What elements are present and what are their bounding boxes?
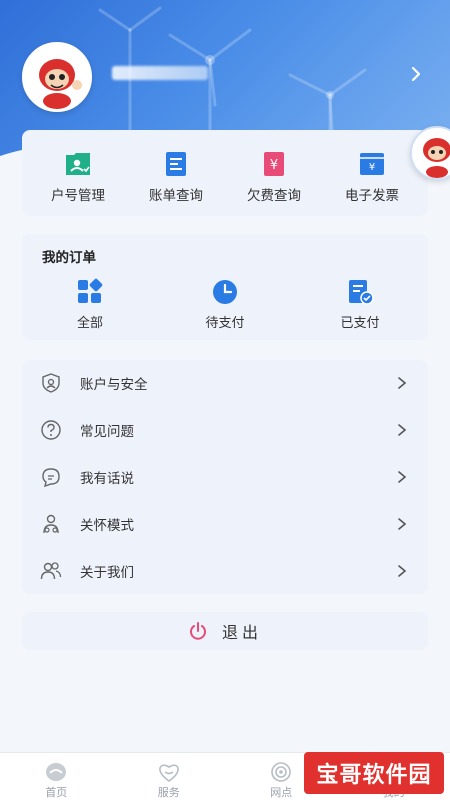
orders-title: 我的订单 [42, 250, 96, 266]
menu-label: 关于我们 [80, 565, 134, 581]
profile-chevron-right-icon[interactable] [406, 64, 426, 84]
svg-text:¥: ¥ [270, 158, 278, 173]
quick-actions-card: 户号管理 账单查询 ¥ 欠费查询 ¥ 电子发票 [22, 130, 428, 216]
nav-home[interactable]: 首页 [0, 753, 113, 800]
arrears-icon: ¥ [264, 152, 284, 176]
menu-about-us[interactable]: 关于我们 [22, 548, 428, 594]
power-icon [190, 622, 206, 640]
watermark-logo: 宝哥软件园 [304, 752, 444, 794]
orders-all[interactable]: 全部 [50, 278, 130, 331]
people-icon [40, 562, 62, 580]
question-icon [41, 420, 61, 440]
bill-icon [166, 152, 186, 176]
logout-label: 退出 [221, 623, 262, 642]
grid-icon [78, 278, 103, 303]
order-label: 已支付 [340, 316, 380, 331]
quick-arrears-query[interactable]: ¥ 欠费查询 [228, 130, 320, 216]
quick-label: 欠费查询 [247, 188, 301, 204]
menu-label: 关怀模式 [80, 518, 134, 534]
quick-label: 户号管理 [51, 188, 105, 204]
outlet-location-icon [271, 762, 292, 782]
chevron-right-icon [398, 471, 407, 483]
account-id-icon [66, 153, 90, 175]
settings-menu-card: 账户与安全 常见问题 我有话说 关怀模式 关于我们 [22, 360, 428, 594]
chevron-right-icon [398, 424, 407, 436]
quick-bill-query[interactable]: 账单查询 [130, 130, 222, 216]
care-icon [43, 514, 59, 534]
quick-account-management[interactable]: 户号管理 [32, 130, 124, 216]
quick-label: 电子发票 [345, 188, 399, 204]
logout-button[interactable]: 退出 [22, 612, 428, 650]
user-avatar[interactable] [22, 42, 92, 112]
my-orders-card: 我的订单 全部 待支付 已支付 [22, 234, 428, 340]
menu-care-mode[interactable]: 关怀模式 [22, 501, 428, 547]
menu-label: 常见问题 [80, 424, 134, 440]
menu-label: 账户与安全 [80, 377, 148, 393]
clock-icon [213, 280, 237, 304]
order-label: 全部 [76, 316, 103, 331]
order-label: 待支付 [205, 316, 245, 331]
nav-label: 服务 [157, 786, 180, 799]
watermark-text: 宝哥软件园 [316, 763, 432, 788]
menu-account-security[interactable]: 账户与安全 [22, 360, 428, 406]
chevron-right-icon [398, 518, 407, 530]
nav-label: 首页 [45, 786, 68, 799]
quick-e-invoice[interactable]: ¥ 电子发票 [326, 130, 418, 216]
svg-text:¥: ¥ [369, 162, 375, 173]
invoice-icon: ¥ [360, 153, 384, 175]
nav-label: 网点 [270, 786, 293, 799]
menu-faq[interactable]: 常见问题 [22, 407, 428, 453]
menu-feedback[interactable]: 我有话说 [22, 454, 428, 500]
paid-doc-icon [349, 280, 374, 305]
service-icon [158, 764, 179, 782]
chevron-right-icon [398, 377, 407, 389]
chat-icon [42, 468, 60, 488]
mascot-icon [412, 128, 450, 178]
home-icon [46, 763, 67, 781]
chevron-right-icon [398, 565, 407, 577]
menu-label: 我有话说 [80, 471, 134, 487]
orders-pending[interactable]: 待支付 [185, 278, 265, 331]
mascot-avatar-icon [25, 45, 89, 109]
username-text [112, 66, 208, 80]
quick-label: 账单查询 [149, 188, 203, 204]
shield-user-icon [42, 373, 60, 393]
orders-paid[interactable]: 已支付 [320, 278, 400, 331]
nav-service[interactable]: 服务 [113, 753, 226, 800]
